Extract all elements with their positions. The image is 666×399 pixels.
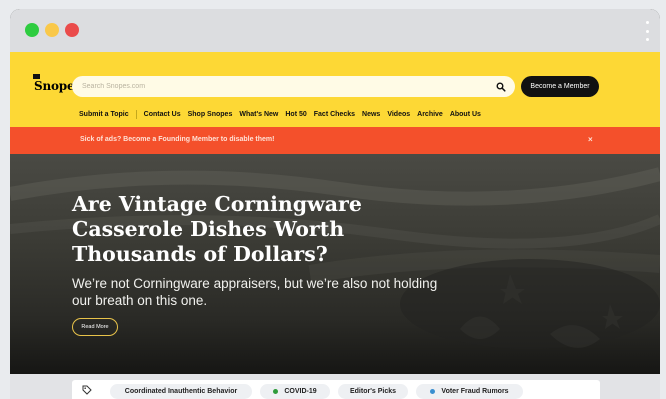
topic-pill-label: Coordinated Inauthentic Behavior (124, 388, 238, 395)
window-dot-yellow[interactable] (45, 23, 59, 37)
hero-subtitle: We’re not Corningware appraisers, but we… (72, 276, 438, 308)
hero-title[interactable]: Are Vintage Corningware Casserole Dishes… (72, 192, 412, 267)
browser-chrome (10, 9, 660, 52)
topic-pill-covid[interactable]: COVID-19 (260, 384, 330, 399)
covid-dot-icon (273, 389, 279, 394)
browser-window: Snopes Become a Member Submit a Topic Co… (10, 9, 660, 399)
topic-pill-coordinated[interactable]: Coordinated Inauthentic Behavior (110, 384, 252, 399)
topic-pill-editors-picks[interactable]: Editor's Picks (338, 384, 408, 399)
hero-banner: Are Vintage Corningware Casserole Dishes… (10, 154, 660, 374)
nav-hot-50[interactable]: Hot 50 (285, 111, 306, 118)
nav-whats-new[interactable]: What's New (239, 111, 278, 118)
read-more-button[interactable]: Read More (72, 318, 118, 336)
nav-archive[interactable]: Archive (417, 111, 443, 118)
logo-mark (33, 74, 40, 79)
tag-icon (82, 385, 92, 395)
topic-pill-label: Voter Fraud Rumors (441, 388, 509, 395)
nav-shop-snopes[interactable]: Shop Snopes (188, 111, 233, 118)
close-icon[interactable]: × (588, 135, 593, 144)
topic-pills-bar: Coordinated Inauthentic Behavior COVID-1… (72, 380, 600, 399)
nav-submit-topic[interactable]: Submit a Topic (79, 111, 129, 118)
nav-about-us[interactable]: About Us (450, 111, 481, 118)
nav-news[interactable]: News (362, 111, 380, 118)
alert-message[interactable]: Sick of ads? Become a Founding Member to… (80, 136, 274, 143)
nav-contact-us[interactable]: Contact Us (144, 111, 181, 118)
nav-divider (135, 109, 137, 119)
topic-pill-label: COVID-19 (284, 388, 317, 395)
main-nav: Submit a Topic Contact Us Shop Snopes Wh… (79, 108, 488, 120)
nav-videos[interactable]: Videos (387, 111, 410, 118)
kebab-menu-icon[interactable] (644, 21, 650, 41)
window-dot-green[interactable] (25, 23, 39, 37)
ad-alert-bar: Sick of ads? Become a Founding Member to… (10, 127, 660, 154)
topic-strip: Coordinated Inauthentic Behavior COVID-1… (10, 374, 660, 399)
search-input[interactable] (82, 76, 482, 97)
site-header: Snopes Become a Member Submit a Topic Co… (10, 52, 660, 127)
search-icon[interactable] (496, 82, 506, 92)
topic-pill-label: Editor's Picks (349, 388, 397, 395)
search-bar (72, 76, 515, 97)
nav-fact-checks[interactable]: Fact Checks (314, 111, 355, 118)
window-dot-red[interactable] (65, 23, 79, 37)
diamond-dot-icon (430, 389, 436, 394)
become-member-button[interactable]: Become a Member (521, 76, 599, 97)
topic-pill-voter-fraud[interactable]: Voter Fraud Rumors (416, 384, 523, 399)
